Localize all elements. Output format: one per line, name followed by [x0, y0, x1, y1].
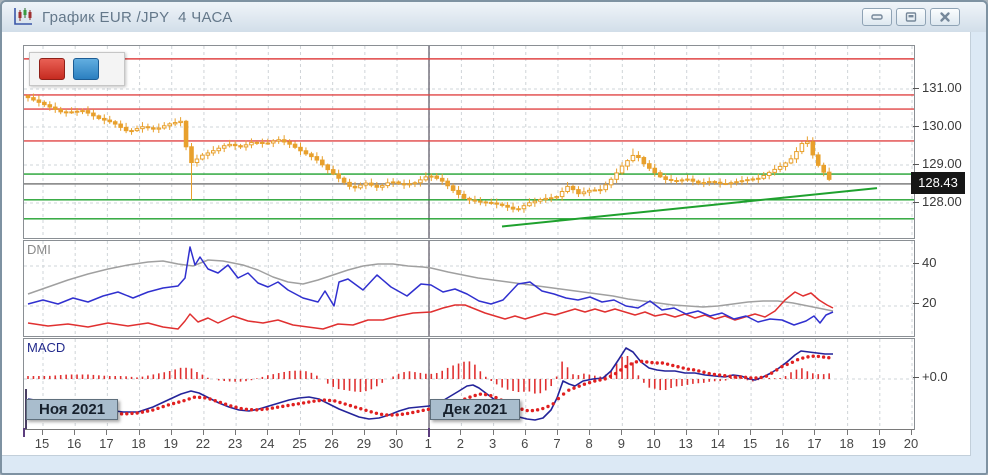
chart-window: График EUR /JPY 4 ЧАСА DMI MACD Ноя 2021… [0, 0, 988, 475]
price-axis-label: 129.00 [922, 156, 972, 171]
x-axis-day-label: 2 [457, 436, 464, 451]
x-axis-day-label: 19 [872, 436, 886, 451]
blue-square-button[interactable] [73, 58, 99, 80]
dmi-label: DMI [27, 242, 51, 257]
x-axis-tick [235, 430, 236, 435]
x-axis-day-label: 15 [35, 436, 49, 451]
close-button[interactable] [930, 8, 960, 26]
x-axis-day-label: 16 [775, 436, 789, 451]
dmi-panel[interactable] [23, 240, 915, 337]
x-axis-day-label: 14 [711, 436, 725, 451]
x-axis-tick [460, 430, 461, 435]
window-controls [862, 8, 960, 26]
price-axis-label: 130.00 [922, 118, 972, 133]
x-axis-day-label: 17 [99, 436, 113, 451]
x-axis-day-label: 3 [489, 436, 496, 451]
current-price-tag: 128.43 [911, 172, 965, 194]
x-axis-day-label: 22 [196, 436, 210, 451]
restore-button[interactable] [896, 8, 926, 26]
x-axis-day-label: 20 [904, 436, 918, 451]
titlebar[interactable]: График EUR /JPY 4 ЧАСА [2, 2, 986, 33]
macd-axis-tick [913, 377, 919, 378]
x-axis-baseline [23, 429, 914, 430]
x-axis-tick [686, 430, 687, 435]
dmi-axis-label: 20 [922, 295, 972, 310]
chart-app-icon [12, 7, 34, 27]
x-axis-day-label: 7 [553, 436, 560, 451]
x-axis-tick [879, 430, 880, 435]
x-axis-day-label: 30 [389, 436, 403, 451]
x-axis-day-label: 19 [164, 436, 178, 451]
x-axis-day-label: 16 [67, 436, 81, 451]
x-axis-day-label: 18 [131, 436, 145, 451]
price-axis-tick [913, 202, 919, 203]
price-panel[interactable] [23, 45, 915, 239]
x-axis-month-tick [23, 428, 25, 437]
macd-axis-label: +0.0 [922, 369, 972, 384]
minimize-button[interactable] [862, 8, 892, 26]
x-axis-tick [42, 430, 43, 435]
x-axis-day-label: 23 [228, 436, 242, 451]
month-badge-nov: Ноя 2021 [26, 399, 118, 420]
x-axis-tick [74, 430, 75, 435]
x-axis-day-label: 24 [260, 436, 274, 451]
x-axis-tick [589, 430, 590, 435]
x-axis-tick [106, 430, 107, 435]
x-axis-tick [718, 430, 719, 435]
x-axis-tick [364, 430, 365, 435]
x-axis-tick [525, 430, 526, 435]
x-axis-day-label: 13 [678, 436, 692, 451]
x-axis-month-tick [428, 428, 430, 437]
window-title: График EUR /JPY 4 ЧАСА [42, 9, 233, 26]
price-axis-tick [913, 126, 919, 127]
x-axis-day-label: 10 [646, 436, 660, 451]
x-axis-tick [267, 430, 268, 435]
x-axis-tick [493, 430, 494, 435]
x-axis-day-label: 25 [292, 436, 306, 451]
x-axis-tick [299, 430, 300, 435]
x-axis-day-label: 17 [807, 436, 821, 451]
dmi-axis-tick [913, 263, 919, 264]
macd-label: MACD [27, 340, 65, 355]
x-axis-tick [332, 430, 333, 435]
x-axis-tick [139, 430, 140, 435]
x-axis-day-label: 6 [521, 436, 528, 451]
x-axis-day-label: 9 [618, 436, 625, 451]
price-axis-tick [913, 88, 919, 89]
price-axis-label: 131.00 [922, 80, 972, 95]
x-axis-tick [171, 430, 172, 435]
dmi-axis-tick [913, 303, 919, 304]
x-axis-tick [750, 430, 751, 435]
x-axis-day-label: 18 [839, 436, 853, 451]
x-axis-tick [557, 430, 558, 435]
red-square-button[interactable] [39, 58, 65, 80]
quick-toolbar [29, 52, 125, 86]
x-axis-tick [654, 430, 655, 435]
x-axis-tick [203, 430, 204, 435]
x-axis-tick [847, 430, 848, 435]
month-badge-dec: Дек 2021 [430, 399, 520, 420]
x-axis-day-label: 26 [324, 436, 338, 451]
x-axis-tick [911, 430, 912, 435]
x-axis-day-label: 29 [357, 436, 371, 451]
price-axis-label: 128.00 [922, 194, 972, 209]
x-axis-day-label: 8 [586, 436, 593, 451]
x-axis-day-label: 1 [425, 436, 432, 451]
dmi-axis-label: 40 [922, 255, 972, 270]
x-axis-tick [621, 430, 622, 435]
x-axis-tick [814, 430, 815, 435]
x-axis-tick [396, 430, 397, 435]
price-axis-tick [913, 164, 919, 165]
x-axis-day-label: 15 [743, 436, 757, 451]
x-axis-tick [782, 430, 783, 435]
